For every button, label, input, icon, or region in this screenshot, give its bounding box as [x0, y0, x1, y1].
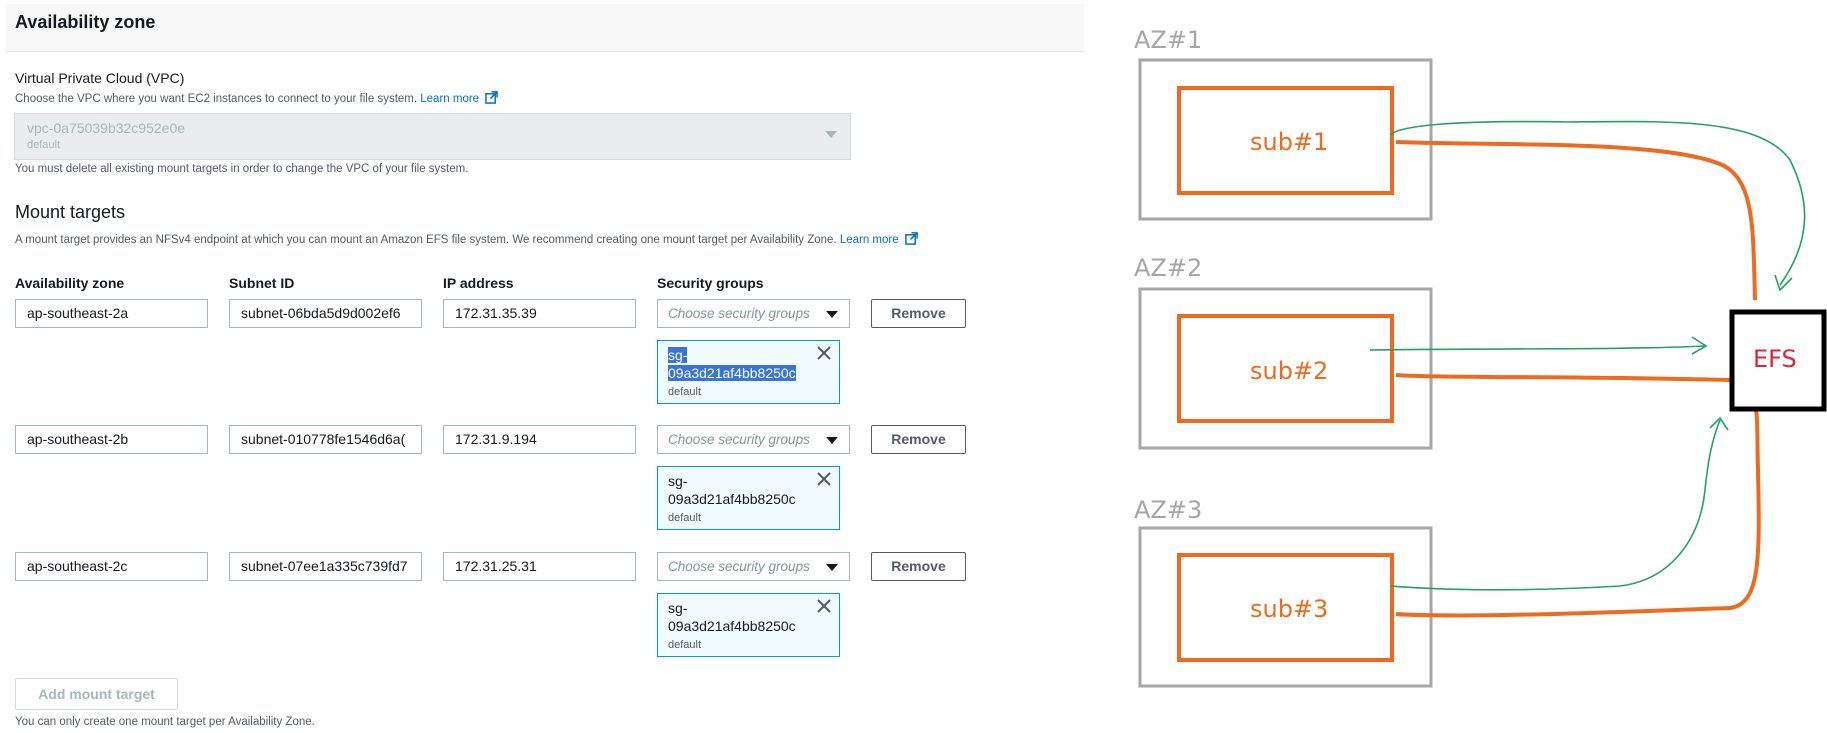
- security-group-token-subtext: default: [668, 386, 702, 398]
- column-header-availability-zone: Availability zone: [15, 275, 125, 291]
- vpc-learn-more-link[interactable]: Learn more: [420, 93, 479, 105]
- security-group-prefix: sg-: [668, 347, 688, 363]
- efs-network-panel: Availability zone Virtual Private Cloud …: [0, 0, 1090, 733]
- traffic-arrow: [1389, 419, 1721, 591]
- network-sketch-diagram: AZ#1 AZ#2 AZ#3 sub#1 sub#2 sub#3 EFS: [1134, 26, 1827, 688]
- vpc-select-subtext: default: [27, 139, 61, 151]
- availability-zone-field[interactable]: ap-southeast-2a: [15, 299, 208, 328]
- close-icon[interactable]: [815, 597, 833, 615]
- az-label: AZ#2: [1134, 254, 1202, 282]
- availability-zone-field[interactable]: ap-southeast-2b: [15, 425, 208, 454]
- add-mount-target-button[interactable]: Add mount target: [15, 678, 178, 710]
- subnet-to-efs-line: [1395, 140, 1757, 301]
- chevron-down-icon: [826, 437, 838, 444]
- vpc-select-value: vpc-0a75039b32c952e0e: [27, 120, 186, 136]
- security-group-token-id: sg- 09a3d21af4bb8250c: [668, 599, 808, 635]
- chevron-down-icon: [826, 564, 838, 571]
- arrow-head: [1774, 274, 1793, 292]
- security-group-token-id: sg- 09a3d21af4bb8250c: [668, 472, 808, 508]
- external-link-icon[interactable]: [905, 232, 918, 245]
- security-groups-select[interactable]: Choose security groups: [657, 552, 850, 581]
- security-groups-placeholder: Choose security groups: [668, 559, 810, 574]
- column-header-subnet-id: Subnet ID: [229, 275, 295, 291]
- subnet-label: sub#3: [1250, 595, 1328, 623]
- remove-button[interactable]: Remove: [871, 425, 966, 454]
- subnet-label: sub#2: [1250, 357, 1328, 385]
- security-group-token: sg- 09a3d21af4bb8250c default: [657, 466, 840, 530]
- security-group-id: 09a3d21af4bb8250c: [668, 618, 796, 634]
- section-title-availability-zone: Availability zone: [15, 12, 156, 32]
- security-group-id: 09a3d21af4bb8250c: [668, 365, 796, 381]
- chevron-down-icon: [825, 131, 837, 138]
- subnet-label: sub#1: [1250, 128, 1328, 156]
- security-group-token: sg- 09a3d21af4bb8250c default: [657, 340, 840, 404]
- security-group-token: sg- 09a3d21af4bb8250c default: [657, 593, 840, 657]
- section-header: Availability zone: [6, 4, 1084, 52]
- mount-targets-title: Mount targets: [15, 202, 126, 222]
- security-group-id: 09a3d21af4bb8250c: [668, 491, 796, 507]
- mount-targets-description-text: A mount target provides an NFSv4 endpoin…: [15, 234, 837, 246]
- vpc-select[interactable]: vpc-0a75039b32c952e0e default: [14, 113, 851, 160]
- security-group-token-id: sg- 09a3d21af4bb8250c: [668, 346, 808, 382]
- vpc-label: Virtual Private Cloud (VPC): [15, 70, 185, 86]
- remove-button[interactable]: Remove: [871, 552, 966, 581]
- traffic-arrow: [1369, 345, 1706, 351]
- vpc-note: You must delete all existing mount targe…: [15, 163, 469, 175]
- mount-targets-footnote: You can only create one mount target per…: [15, 716, 315, 728]
- vpc-description-text: Choose the VPC where you want EC2 instan…: [15, 93, 418, 105]
- subnet-to-efs-line: [1395, 373, 1732, 382]
- security-groups-placeholder: Choose security groups: [668, 432, 810, 447]
- efs-label: EFS: [1753, 345, 1797, 373]
- security-group-prefix: sg-: [668, 600, 688, 616]
- az-label: AZ#1: [1134, 26, 1202, 54]
- security-group-token-subtext: default: [668, 512, 702, 524]
- column-header-security-groups: Security groups: [657, 275, 764, 291]
- subnet-id-field[interactable]: subnet-07ee1a335c739fd7: [229, 552, 422, 581]
- vpc-description: Choose the VPC where you want EC2 instan…: [15, 91, 499, 105]
- column-header-ip-address: IP address: [443, 275, 514, 291]
- subnet-id-field[interactable]: subnet-010778fe1546d6a(: [229, 425, 422, 454]
- chevron-down-icon: [826, 311, 838, 318]
- remove-button[interactable]: Remove: [871, 299, 966, 328]
- mount-targets-description: A mount target provides an NFSv4 endpoin…: [15, 232, 918, 246]
- ip-address-field[interactable]: 172.31.35.39: [443, 299, 636, 328]
- external-link-icon[interactable]: [485, 91, 499, 104]
- security-groups-placeholder: Choose security groups: [668, 306, 810, 321]
- ip-address-field[interactable]: 172.31.25.31: [443, 552, 636, 581]
- close-icon[interactable]: [815, 344, 833, 362]
- availability-zone-field[interactable]: ap-southeast-2c: [15, 552, 208, 581]
- security-group-prefix: sg-: [668, 473, 688, 489]
- ip-address-field[interactable]: 172.31.9.194: [443, 425, 636, 454]
- az-label: AZ#3: [1134, 496, 1202, 524]
- subnet-to-efs-line: [1395, 409, 1761, 618]
- mount-targets-learn-more-link[interactable]: Learn more: [840, 234, 899, 246]
- close-icon[interactable]: [815, 470, 833, 488]
- subnet-id-field[interactable]: subnet-06bda5d9d002ef6: [229, 299, 422, 328]
- security-groups-select[interactable]: Choose security groups: [657, 425, 850, 454]
- security-groups-select[interactable]: Choose security groups: [657, 299, 850, 328]
- security-group-token-subtext: default: [668, 639, 702, 651]
